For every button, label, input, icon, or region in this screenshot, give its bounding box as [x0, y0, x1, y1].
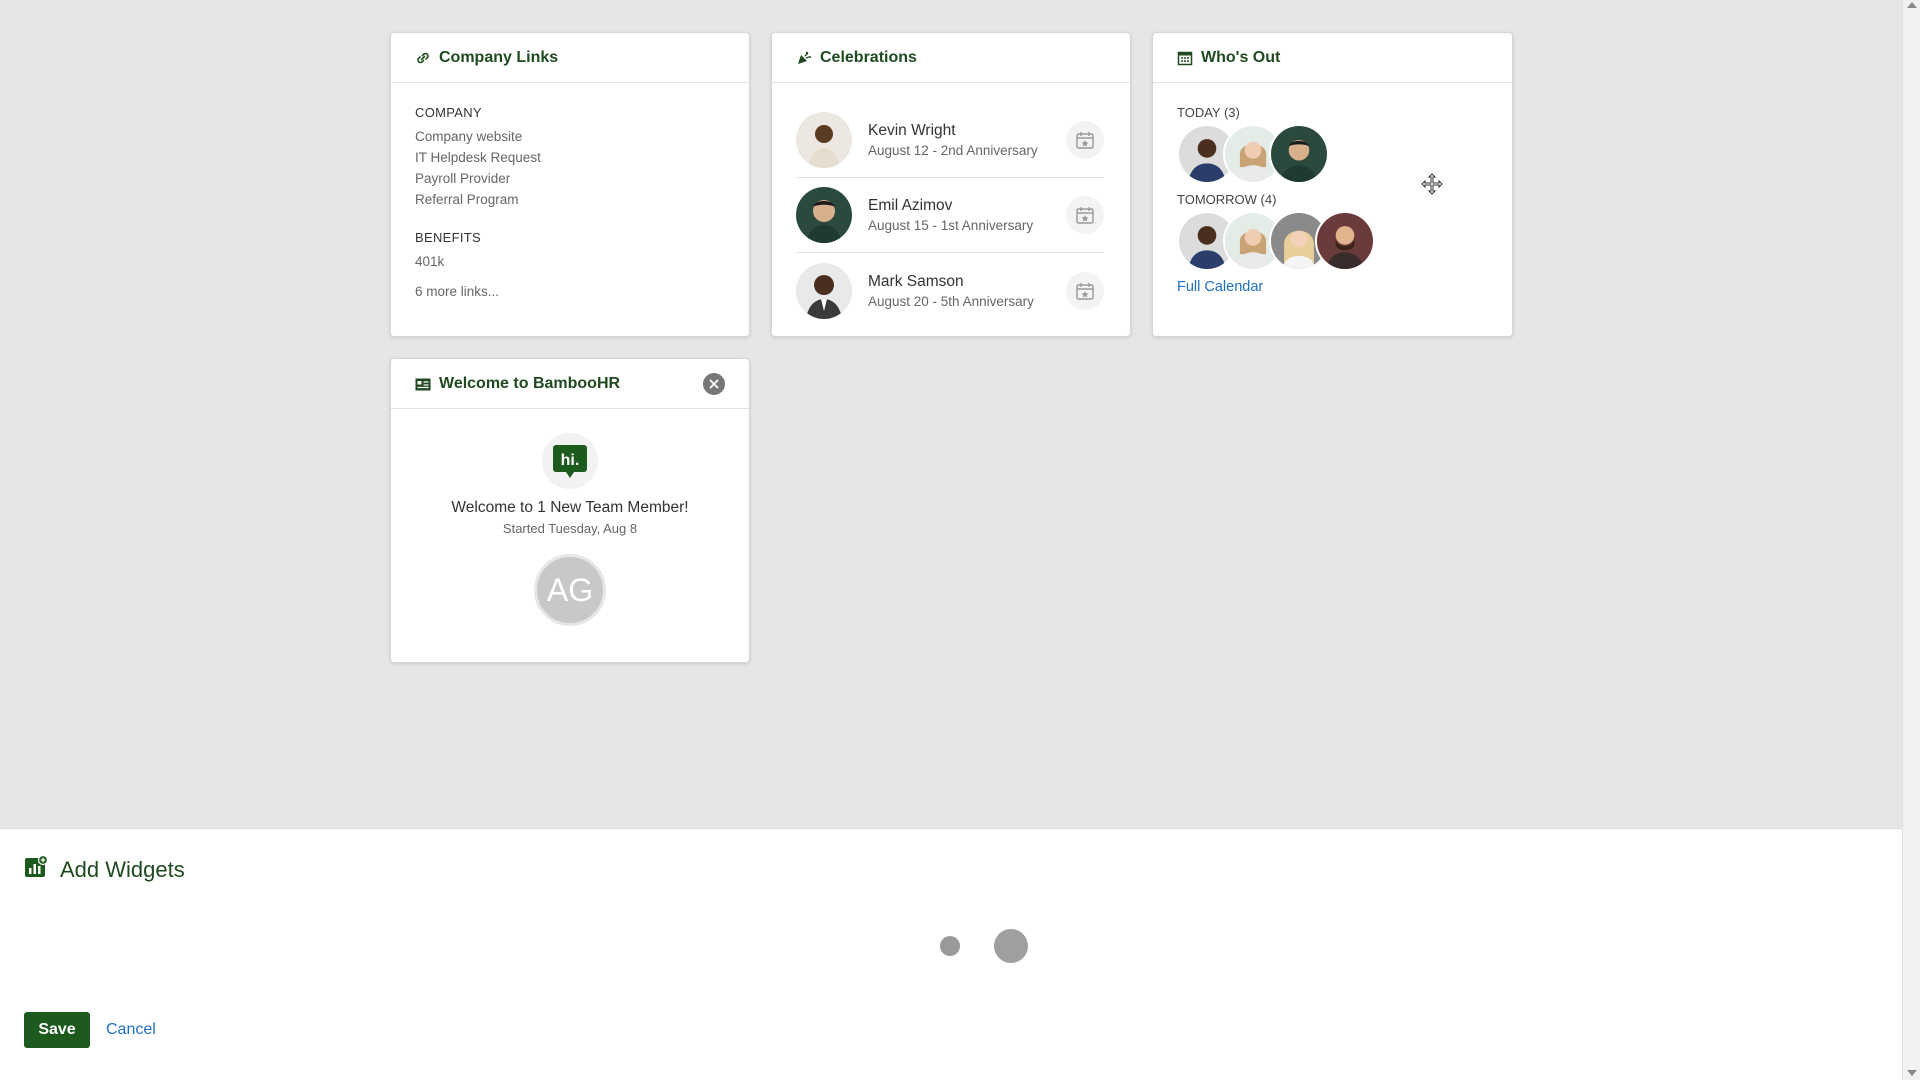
today-label: TODAY (3): [1177, 105, 1240, 120]
close-icon[interactable]: [703, 373, 725, 395]
celebration-name: Mark Samson: [868, 272, 964, 290]
celebration-item[interactable]: Mark Samson August 20 - 5th Anniversary: [796, 253, 1104, 328]
link-401k[interactable]: 401k: [415, 251, 725, 272]
widget-header[interactable]: Who's Out: [1153, 33, 1512, 83]
tomorrow-avatars: [1177, 211, 1488, 271]
calendar-star-icon[interactable]: [1066, 196, 1104, 234]
loading-dot: [940, 936, 960, 956]
avatar: [796, 187, 852, 243]
avatar: [796, 262, 852, 319]
celebration-item[interactable]: Emil Azimov August 15 - 1st Anniversary: [796, 178, 1104, 253]
link-payroll-provider[interactable]: Payroll Provider: [415, 168, 725, 189]
hi-text: hi.: [561, 452, 580, 469]
celebration-name: Kevin Wright: [868, 122, 956, 139]
full-calendar-link[interactable]: Full Calendar: [1177, 279, 1488, 295]
widget-title: Company Links: [439, 48, 559, 66]
company-links-widget[interactable]: Company Links COMPANY Company website IT…: [390, 32, 750, 337]
cancel-link[interactable]: Cancel: [106, 1021, 156, 1039]
calendar-star-icon[interactable]: [1066, 271, 1104, 310]
loading-dot: [994, 929, 1028, 963]
party-popper-icon: [796, 50, 812, 66]
widget-header[interactable]: Welcome to BambooHR: [391, 359, 749, 409]
id-card-icon: [415, 376, 431, 392]
widget-header[interactable]: Celebrations: [772, 33, 1130, 83]
add-widget-icon: [24, 854, 49, 884]
widget-title: Celebrations: [820, 48, 917, 66]
section-label: BENEFITS: [415, 230, 481, 245]
avatar: [796, 112, 852, 168]
celebration-detail: August 12 - 2nd Anniversary: [868, 143, 1038, 158]
welcome-heading: Welcome to 1 New Team Member!: [451, 499, 689, 516]
widget-title: Who's Out: [1201, 48, 1281, 66]
celebration-name: Emil Azimov: [868, 197, 953, 214]
save-button[interactable]: Save: [24, 1012, 90, 1048]
welcome-widget[interactable]: Welcome to BambooHR hi. Welcome to 1 New…: [390, 358, 750, 663]
whos-out-widget[interactable]: Who's Out TODAY (3) TOMORROW (4) Full Ca…: [1152, 32, 1513, 337]
avatar[interactable]: [1315, 211, 1375, 271]
welcome-start-date: Started Tuesday, Aug 8: [502, 521, 638, 536]
scroll-up-arrow-icon[interactable]: [1907, 2, 1917, 8]
link-referral-program[interactable]: Referral Program: [415, 189, 725, 210]
more-links-link[interactable]: 6 more links...: [415, 284, 725, 299]
calendar-grid-icon: [1177, 50, 1193, 66]
hi-bubble-icon: hi.: [542, 433, 598, 489]
move-cursor-icon: [1420, 172, 1444, 196]
widget-header[interactable]: Company Links: [391, 33, 749, 83]
loading-indicator: [940, 929, 1028, 963]
dashboard-area: Company Links COMPANY Company website IT…: [0, 0, 1902, 828]
links-section-benefits: BENEFITS 401k: [415, 230, 725, 272]
celebrations-widget[interactable]: Celebrations Kevin Wright August 12 - 2n…: [771, 32, 1131, 337]
link-icon: [415, 50, 431, 66]
celebration-item[interactable]: Kevin Wright August 12 - 2nd Anniversary: [796, 103, 1104, 178]
scroll-down-arrow-icon[interactable]: [1907, 1070, 1917, 1076]
add-widgets-title: Add Widgets: [60, 856, 185, 882]
celebration-detail: August 15 - 1st Anniversary: [868, 218, 1034, 233]
link-company-website[interactable]: Company website: [415, 126, 725, 147]
calendar-star-icon[interactable]: [1066, 121, 1104, 159]
new-member-avatar[interactable]: AG: [534, 554, 606, 626]
vertical-scrollbar[interactable]: [1902, 0, 1920, 1080]
links-section-company: COMPANY Company website IT Helpdesk Requ…: [415, 105, 725, 210]
add-widgets-panel: Add Widgets Save Cancel: [0, 828, 1902, 1080]
link-it-helpdesk[interactable]: IT Helpdesk Request: [415, 147, 725, 168]
avatar[interactable]: [1269, 124, 1329, 184]
widget-title: Welcome to BambooHR: [439, 374, 621, 392]
celebration-detail: August 20 - 5th Anniversary: [868, 293, 1034, 309]
section-label: COMPANY: [415, 105, 482, 120]
